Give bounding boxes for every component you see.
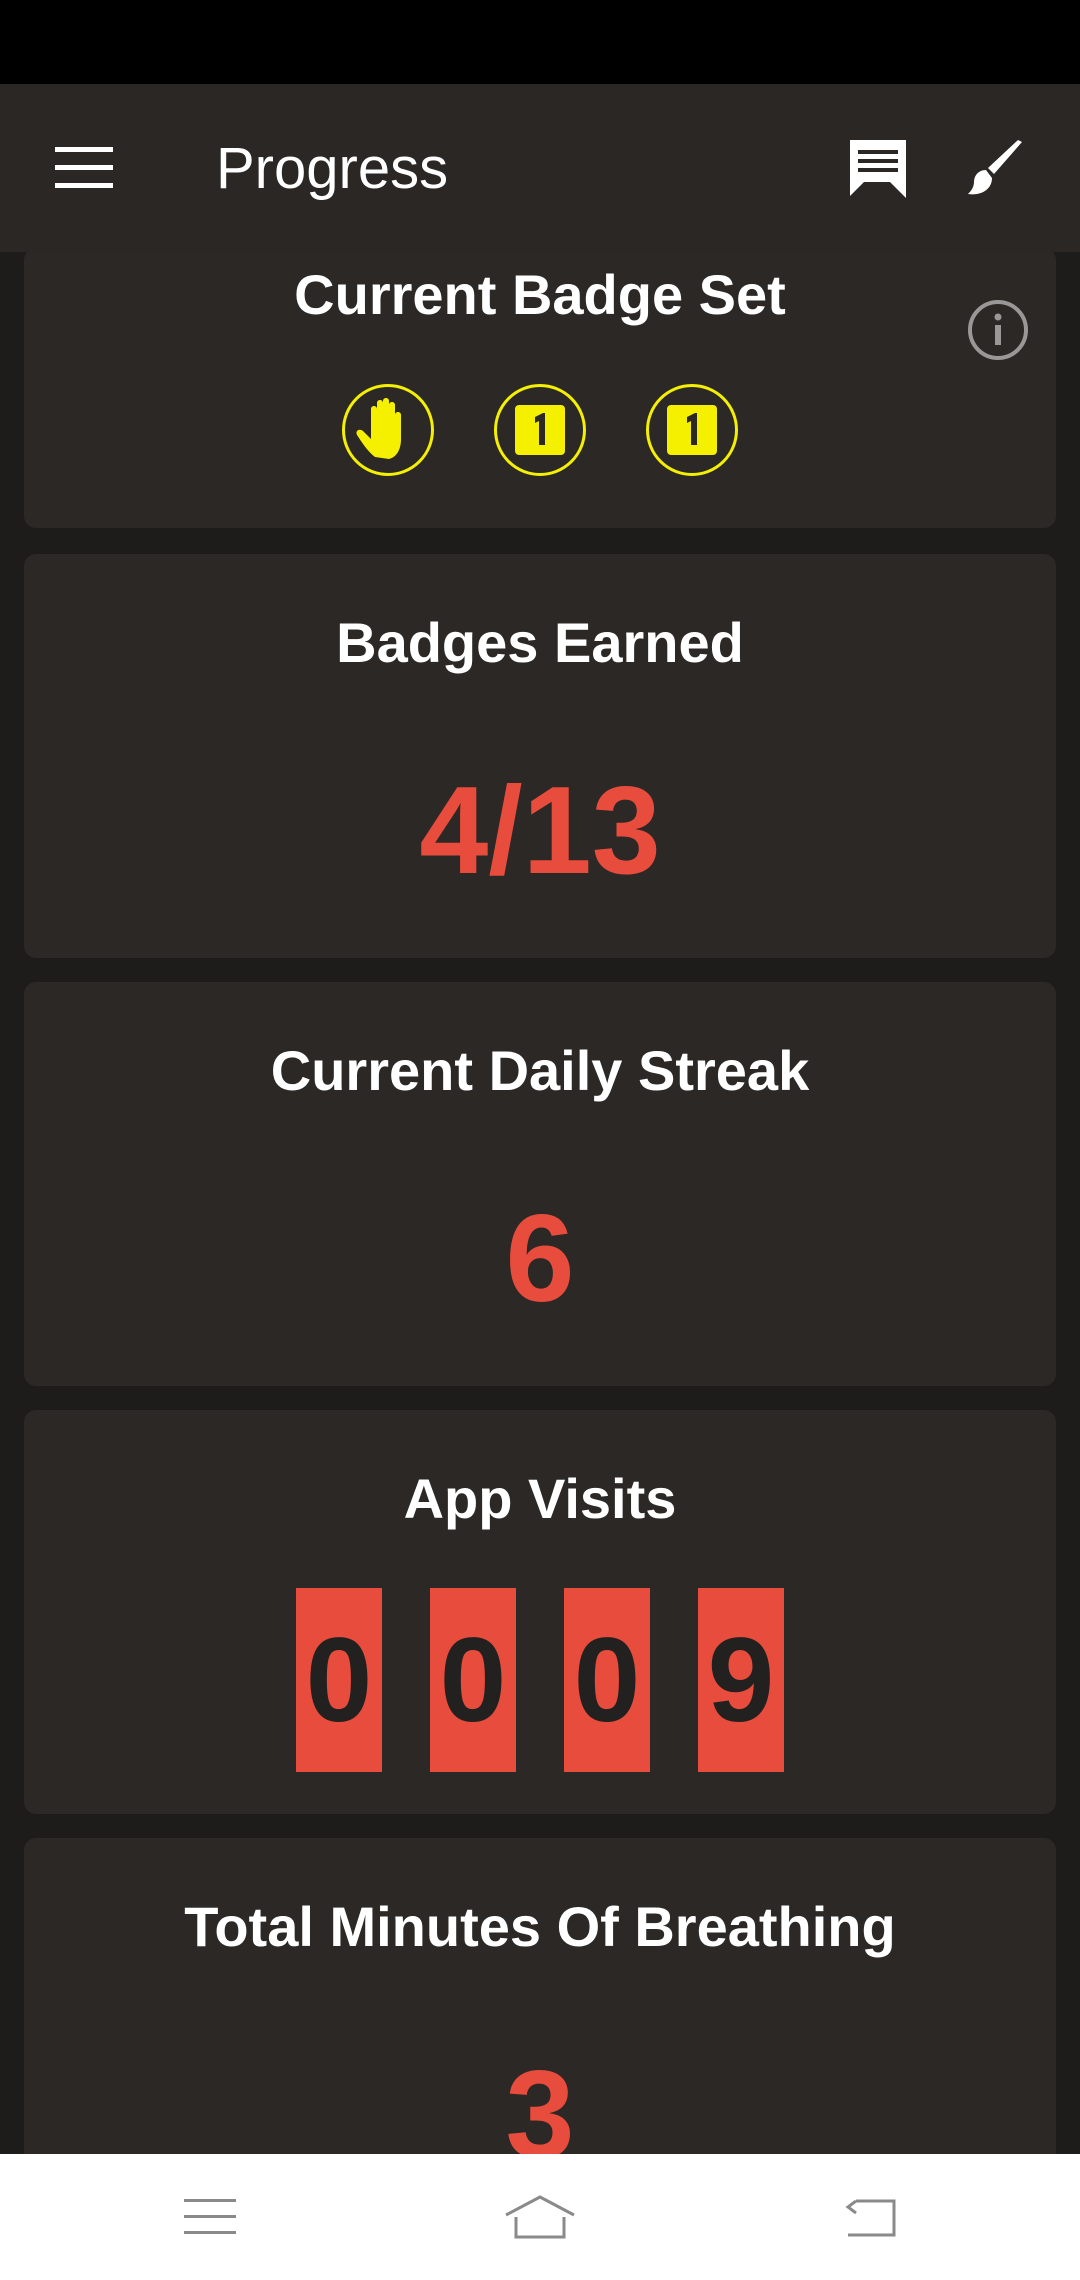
home-icon (505, 2195, 575, 2239)
daily-streak-card: Current Daily Streak 6 (24, 982, 1056, 1386)
chat-icon (850, 140, 906, 198)
recent-apps-icon (184, 2199, 236, 2234)
badge-set-title: Current Badge Set (294, 263, 786, 326)
app-visits-counter: 0 0 0 9 (24, 1588, 1056, 1772)
hand-badge-icon (356, 398, 401, 459)
badges-earned-title: Badges Earned (336, 611, 744, 674)
feedback-button[interactable] (834, 128, 922, 208)
info-button[interactable] (966, 298, 1030, 362)
breathing-minutes-title: Total Minutes Of Breathing (184, 1895, 896, 1958)
brush-icon (968, 140, 1022, 195)
daily-streak-title: Current Daily Streak (270, 1039, 810, 1102)
badge-hand[interactable] (342, 384, 434, 476)
back-button[interactable] (810, 2182, 930, 2252)
counter-digit: 9 (698, 1588, 784, 1772)
app-visits-title: App Visits (403, 1467, 677, 1530)
hamburger-menu-icon (55, 147, 113, 188)
counter-digit: 0 (296, 1588, 382, 1772)
menu-button[interactable] (40, 128, 128, 208)
badge-list (24, 384, 1056, 476)
counter-digit: 0 (564, 1588, 650, 1772)
badge-one[interactable] (494, 384, 586, 476)
counter-digit: 0 (430, 1588, 516, 1772)
number-one-badge-icon (515, 405, 565, 455)
home-button[interactable] (480, 2182, 600, 2252)
breathing-minutes-value: 3 (505, 2046, 575, 2154)
badges-earned-value: 4/13 (419, 762, 661, 900)
app-bar: Progress (0, 84, 1080, 252)
theme-button[interactable] (952, 128, 1040, 208)
progress-content[interactable]: Current Badge Set Badges Earned 4/13 Cur… (0, 252, 1080, 2154)
breathing-minutes-card: Total Minutes Of Breathing 3 (24, 1838, 1056, 2154)
back-icon (845, 2199, 896, 2237)
number-one-badge-icon (667, 405, 717, 455)
app-visits-card: App Visits 0 0 0 9 (24, 1410, 1056, 1814)
daily-streak-value: 6 (505, 1190, 575, 1328)
system-nav-bar (0, 2154, 1080, 2280)
recent-apps-button[interactable] (150, 2182, 270, 2252)
badge-one-second[interactable] (646, 384, 738, 476)
status-bar (0, 0, 1080, 84)
badge-set-card: Current Badge Set (24, 252, 1056, 528)
badges-earned-card: Badges Earned 4/13 (24, 554, 1056, 958)
page-title: Progress (216, 136, 449, 201)
info-icon (968, 300, 1028, 360)
